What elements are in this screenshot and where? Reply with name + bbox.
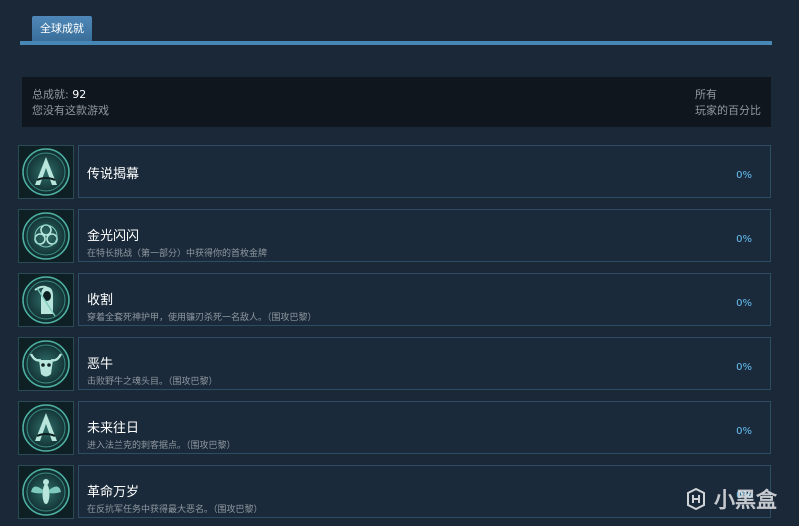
achievement-row[interactable]: 恶牛 击败野牛之魂头目。（围攻巴黎） 0% <box>18 337 772 391</box>
reaper-icon <box>18 273 74 327</box>
hidden-blade-icon <box>18 401 74 455</box>
watermark-text: 小黑盒 <box>714 488 777 512</box>
achievement-panel: 收割 穿着全套死神护甲，使用镰刃杀死一名敌人。（围攻巴黎） 0% <box>78 273 771 326</box>
tab-bar: 全球成就 <box>20 16 772 45</box>
achievement-description: 在特长挑战（第一部分）中获得你的首枚金牌 <box>87 249 268 259</box>
achievement-description: 击败野牛之魂头目。（围攻巴黎） <box>87 377 218 387</box>
achievement-percent: 0% <box>736 170 752 181</box>
achievement-panel: 传说揭幕 0% <box>78 145 771 198</box>
percent-header-line2: 玩家的百分比 <box>695 104 761 117</box>
total-achievements-label: 总成就: <box>32 88 73 101</box>
summary-right: 所有 玩家的百分比 <box>695 87 761 119</box>
achievement-summary: 总成就: 92 您没有这款游戏 所有 玩家的百分比 <box>22 77 771 127</box>
achievement-title: 革命万岁 <box>87 485 140 500</box>
knot-medallion-icon <box>18 209 74 263</box>
achievement-title: 恶牛 <box>87 357 114 372</box>
achievement-description: 穿着全套死神护甲，使用镰刃杀死一名敌人。（围攻巴黎） <box>87 313 317 323</box>
wasp-icon <box>18 465 74 519</box>
achievement-row[interactable]: 收割 穿着全套死神护甲，使用镰刃杀死一名敌人。（围攻巴黎） 0% <box>18 273 772 327</box>
achievement-percent: 0% <box>736 362 752 373</box>
achievement-title: 金光闪闪 <box>87 229 140 244</box>
achievement-list: 传说揭幕 0% 金光闪闪 在特长挑战（第一部分）中获得你的首枚金牌 0% 收割 … <box>18 145 772 526</box>
hidden-blade-icon <box>18 145 74 199</box>
achievements-page: 全球成就 总成就: 92 您没有这款游戏 所有 玩家的百分比 传说揭幕 0% 金… <box>0 0 799 526</box>
achievement-panel: 恶牛 击败野牛之魂头目。（围攻巴黎） 0% <box>78 337 771 390</box>
summary-left: 总成就: 92 您没有这款游戏 <box>32 87 109 119</box>
ownership-status: 您没有这款游戏 <box>32 104 109 117</box>
percent-header-line1: 所有 <box>695 88 717 101</box>
tab-global-achievements[interactable]: 全球成就 <box>32 16 92 41</box>
tab-underline <box>20 41 772 45</box>
achievement-title: 传说揭幕 <box>87 167 140 182</box>
achievement-panel: 革命万岁 在反抗军任务中获得最大恶名。（围攻巴黎） 0% <box>78 465 771 518</box>
achievement-title: 未来往日 <box>87 421 140 436</box>
heybox-logo-icon <box>687 487 705 511</box>
achievement-panel: 金光闪闪 在特长挑战（第一部分）中获得你的首枚金牌 0% <box>78 209 771 262</box>
achievement-description: 在反抗军任务中获得最大恶名。（围攻巴黎） <box>87 505 263 515</box>
achievement-row[interactable]: 未来往日 进入法兰克的刺客据点。（围攻巴黎） 0% <box>18 401 772 455</box>
bull-skull-icon <box>18 337 74 391</box>
watermark: 小黑盒 <box>684 484 777 514</box>
achievement-row[interactable]: 金光闪闪 在特长挑战（第一部分）中获得你的首枚金牌 0% <box>18 209 772 263</box>
achievement-title: 收割 <box>87 293 114 308</box>
achievement-panel: 未来往日 进入法兰克的刺客据点。（围攻巴黎） 0% <box>78 401 771 454</box>
achievement-row[interactable]: 传说揭幕 0% <box>18 145 772 199</box>
achievement-description: 进入法兰克的刺客据点。（围攻巴黎） <box>87 441 236 451</box>
achievement-percent: 0% <box>736 298 752 309</box>
achievement-percent: 0% <box>736 234 752 245</box>
total-achievements-count: 92 <box>72 88 87 101</box>
achievement-percent: 0% <box>736 426 752 437</box>
achievement-row[interactable]: 革命万岁 在反抗军任务中获得最大恶名。（围攻巴黎） 0% <box>18 465 772 519</box>
